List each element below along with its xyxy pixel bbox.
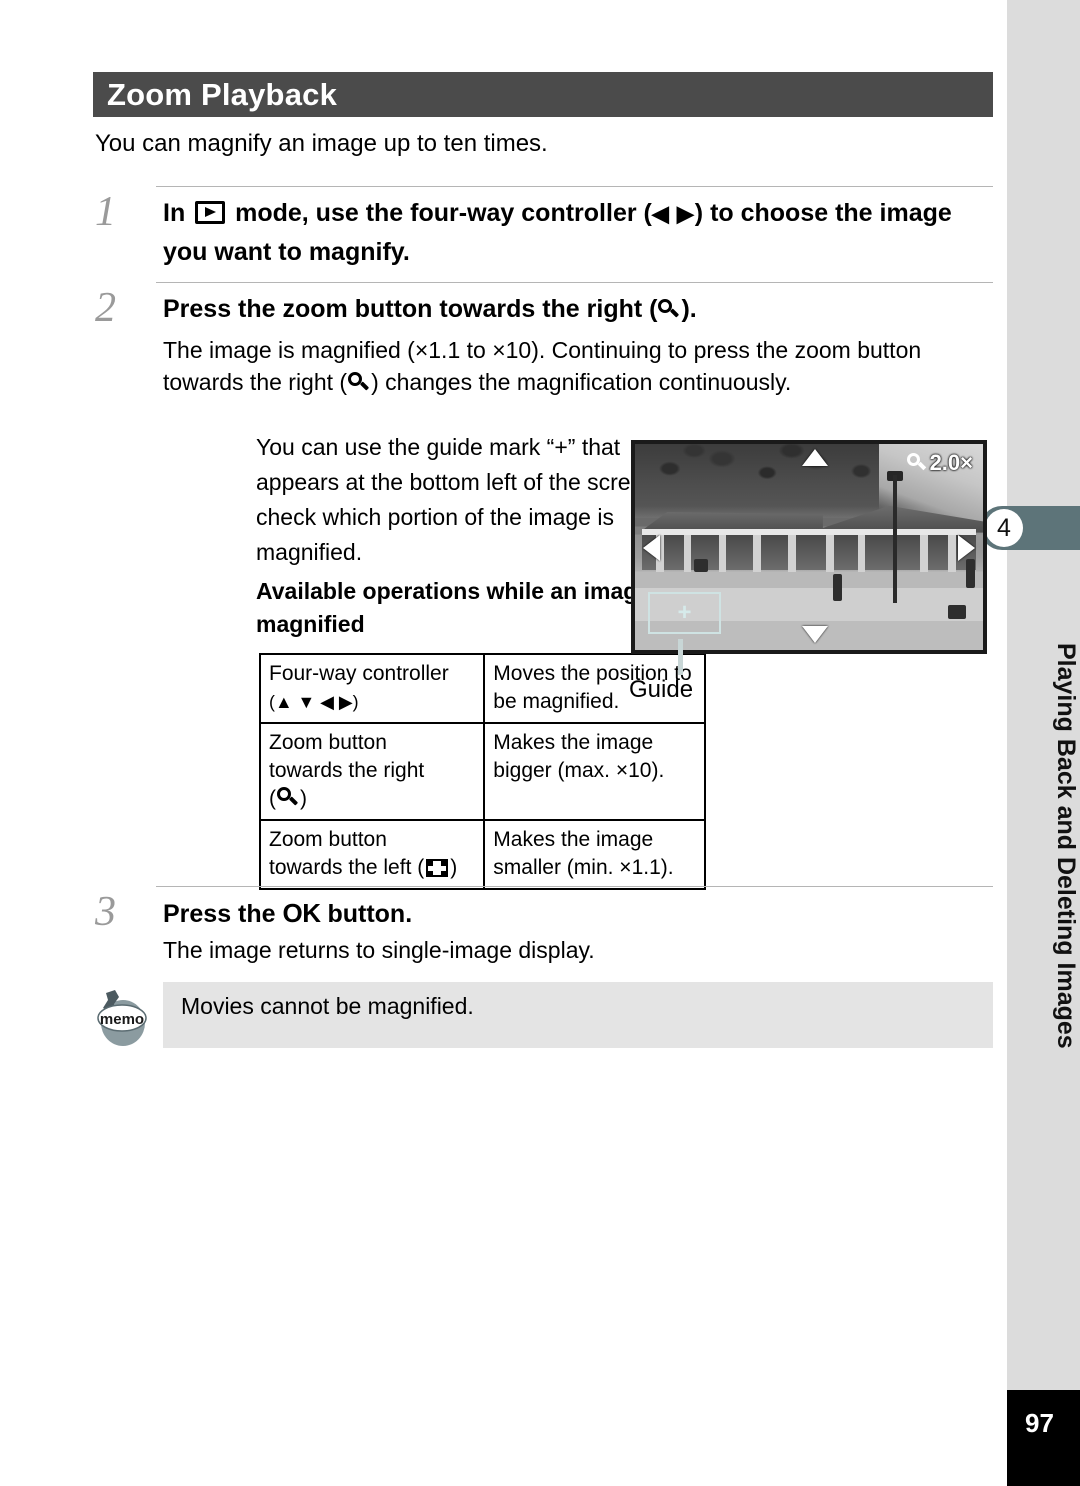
chapter-rail: 4 Playing Back and Deleting Images — [980, 0, 1080, 1390]
control-label: Zoom button — [269, 731, 387, 754]
page-number: 97 — [1007, 1390, 1080, 1486]
chapter-title: Playing Back and Deleting Images — [1052, 643, 1080, 1049]
step-3-number: 3 — [95, 889, 116, 935]
osd-up-arrow-icon — [802, 449, 829, 466]
step-2-body: The image is magnified (×1.1 to ×10). Co… — [163, 334, 983, 398]
operations-subhead: Available operations while an image is m… — [256, 578, 676, 637]
control-paren-open: ( — [269, 787, 276, 810]
guide-caption: Guide — [629, 676, 694, 703]
table-row: Zoom button towards the right () Makes t… — [258, 722, 706, 821]
control-label-2: towards the right — [269, 759, 425, 782]
step-2-title-tail: ). — [681, 295, 697, 323]
step-2-number: 2 — [95, 285, 116, 331]
photo-person — [965, 559, 975, 589]
photo-column — [753, 534, 761, 572]
photo-column — [826, 534, 835, 572]
osd-zoom-indicator: 2.0× — [906, 450, 973, 476]
camera-screen-illustration: 2.0× + — [631, 440, 987, 654]
step-2-title: Press the zoom button towards the right … — [163, 290, 983, 328]
memo-text: Movies cannot be magnified. — [181, 993, 474, 1019]
control-arrows: (▲ ▼ ◀ ▶) — [269, 692, 359, 712]
thumbnail-icon — [426, 859, 449, 877]
control-cell: Zoom button towards the left () — [258, 819, 486, 890]
step-1-title-mid: mode, use the four-way controller ( — [228, 199, 652, 227]
control-cell: Zoom button towards the right () — [258, 722, 486, 821]
memo-icon: memo — [97, 990, 147, 1046]
magnify-icon — [906, 453, 927, 473]
photo-person — [694, 559, 709, 572]
photo-column — [920, 534, 928, 572]
action-cell: Makes the image bigger (max. ×10). — [483, 722, 706, 821]
osd-zoom-value: 2.0× — [929, 450, 973, 475]
photo-roof-left — [641, 511, 823, 531]
step-3-title-tail: button. — [320, 900, 413, 928]
magnify-icon — [277, 787, 299, 809]
magnify-icon — [658, 299, 680, 321]
step-1-title: In mode, use the four-way controller (◀ … — [163, 194, 983, 271]
step-divider — [156, 886, 993, 887]
step-1-title-pre: In — [163, 199, 193, 227]
guide-mark-plus: + — [677, 599, 692, 626]
step-1-arrows: ◀ ▶ — [651, 201, 695, 226]
photo-column — [857, 534, 866, 572]
guide-leader-line — [678, 639, 683, 675]
step-3-title: Press the OK button. — [163, 894, 983, 933]
intro-text: You can magnify an image up to ten times… — [95, 130, 548, 157]
control-cell: Four-way controller (▲ ▼ ◀ ▶) — [258, 653, 486, 724]
osd-left-arrow-icon — [643, 534, 660, 561]
magnify-icon — [348, 372, 370, 394]
ok-button-icon: OK — [282, 898, 322, 928]
osd-right-arrow-icon — [958, 534, 975, 561]
control-label: Four-way controller — [269, 662, 449, 685]
step-2-body-part2: ) changes the magnification continuously… — [371, 369, 792, 395]
action-cell: Makes the image smaller (min. ×1.1). — [483, 819, 706, 890]
control-label-2: towards the left — [269, 856, 418, 879]
photo-person — [833, 573, 843, 601]
osd-guide-box: + — [648, 592, 721, 634]
manual-page: 4 Playing Back and Deleting Images 97 Zo… — [0, 0, 1080, 1486]
photo-person — [948, 604, 966, 620]
step-3-title-pre: Press the — [163, 900, 283, 928]
chapter-number: 4 — [985, 509, 1023, 547]
playback-mode-icon — [195, 201, 226, 224]
table-row: Zoom button towards the left () Makes th… — [258, 819, 706, 890]
photo-column — [788, 534, 796, 572]
memo-icon-label: memo — [100, 1011, 144, 1028]
osd-down-arrow-icon — [802, 626, 829, 643]
step-2-title-pre: Press the zoom button towards the right … — [163, 295, 658, 323]
control-paren-close: ) — [300, 787, 307, 810]
photo-column — [718, 534, 727, 572]
photo-column — [683, 534, 692, 572]
photo-lamp-post — [892, 474, 898, 603]
step-divider — [156, 186, 993, 187]
control-paren-open: ( — [417, 856, 425, 879]
chapter-tab: 4 — [980, 506, 1080, 550]
step-1-number: 1 — [95, 189, 116, 235]
memo-box: Movies cannot be magnified. — [163, 982, 993, 1048]
step-divider — [156, 282, 993, 283]
guide-paragraph: You can use the guide mark “+” that appe… — [256, 434, 682, 565]
control-paren-close: ) — [450, 856, 458, 879]
step-3-body: The image returns to single-image displa… — [163, 937, 595, 963]
photo-column — [948, 534, 956, 572]
control-label: Zoom button — [269, 828, 387, 851]
section-title: Zoom Playback — [93, 72, 993, 117]
